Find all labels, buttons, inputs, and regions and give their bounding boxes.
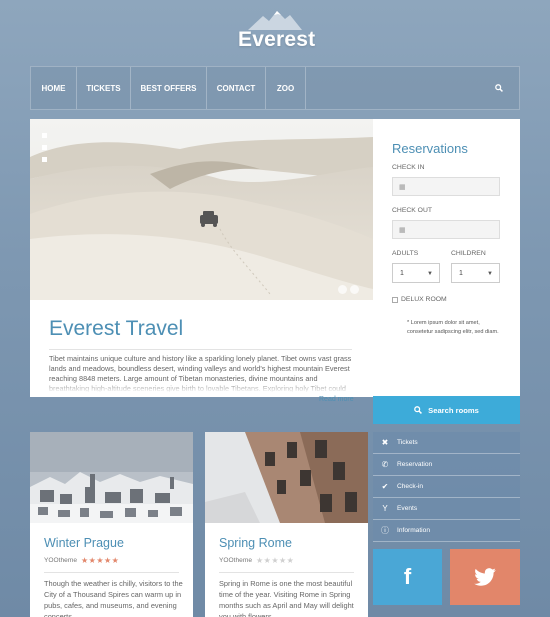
nav-item-contact[interactable]: CONTACT	[207, 67, 266, 109]
search-icon	[414, 406, 423, 414]
site-logo[interactable]: Everest	[238, 10, 316, 51]
calendar-icon: ▦	[399, 183, 406, 191]
check-in-input[interactable]: ▦	[392, 177, 500, 196]
facebook-button[interactable]: f	[373, 549, 442, 605]
side-item-check-in[interactable]: ✔ Check-in	[373, 476, 520, 498]
read-more-link[interactable]: Read more	[319, 396, 354, 403]
side-item-label: Events	[397, 505, 418, 512]
side-item-label: Reservation	[397, 461, 433, 468]
main-nav: HOME TICKETS BEST OFFERS CONTACT ZOO	[30, 66, 520, 110]
adults-value: 1	[400, 269, 404, 277]
card-meta: YOOtheme ★★★★★	[219, 556, 294, 565]
side-item-tickets[interactable]: ✖ Tickets	[373, 432, 520, 454]
rating-stars: ★★★★★	[80, 556, 120, 565]
side-menu: ✖ Tickets ✆ Reservation ✔ Check-in Y Eve…	[373, 432, 520, 542]
side-item-reservation[interactable]: ✆ Reservation	[373, 454, 520, 476]
check-out-input[interactable]: ▦	[392, 220, 500, 239]
children-value: 1	[459, 269, 463, 277]
prague-image	[30, 432, 193, 523]
reservations-panel: Reservations CHECK IN ▦ CHECK OUT ▦ ADUL…	[373, 119, 520, 397]
article-card: Spring Rome YOOtheme ★★★★★ Spring in Rom…	[205, 432, 368, 617]
article-card: Winter Prague YOOtheme ★★★★★ Though the …	[30, 432, 193, 617]
adults-select[interactable]: 1 ▼	[392, 263, 440, 283]
info-icon: ⓘ	[381, 526, 389, 535]
nav-item-tickets[interactable]: TICKETS	[77, 67, 131, 109]
card-meta: YOOtheme ★★★★★	[44, 556, 119, 565]
card-text: Spring in Rome is one the most beautiful…	[219, 579, 354, 617]
search-rooms-button[interactable]: Search rooms	[373, 396, 520, 424]
next-slide-button[interactable]	[350, 285, 359, 294]
checkbox-icon[interactable]	[392, 296, 398, 303]
hero-panel: Everest Travel Tibet maintains unique cu…	[30, 119, 373, 397]
caret-down-icon: ▼	[487, 271, 493, 277]
adults-label: ADULTS	[392, 250, 419, 257]
twitter-button[interactable]	[450, 549, 520, 605]
search-icon	[495, 84, 503, 92]
nav-item-zoo[interactable]: ZOO	[266, 67, 306, 109]
reservation-note: * Lorem ipsum dolor sit amet, consetetur…	[407, 320, 499, 335]
check-icon: ✔	[381, 482, 389, 491]
phone-icon: ✆	[381, 460, 389, 469]
divider	[44, 572, 179, 573]
rating-stars: ★★★★★	[255, 556, 295, 565]
caret-down-icon: ▼	[427, 271, 433, 277]
mountain-logo-icon	[248, 11, 302, 30]
reservations-title: Reservations	[392, 141, 468, 156]
nav-search-button[interactable]	[479, 67, 519, 109]
slider-dots[interactable]	[42, 133, 47, 169]
plane-icon: ✖	[381, 438, 389, 447]
calendar-icon: ▦	[399, 226, 406, 234]
side-item-information[interactable]: ⓘ Information	[373, 520, 520, 542]
delux-room-checkbox[interactable]: DELUX ROOM	[392, 296, 447, 303]
delux-room-label: DELUX ROOM	[401, 296, 447, 303]
slider-arrows[interactable]	[338, 285, 359, 294]
card-author: YOOtheme	[219, 557, 252, 564]
check-out-label: CHECK OUT	[392, 207, 433, 214]
facebook-icon: f	[403, 564, 412, 589]
card-title[interactable]: Winter Prague	[44, 536, 124, 550]
desert-slide-image	[30, 119, 373, 300]
side-item-events[interactable]: Y Events	[373, 498, 520, 520]
rome-image	[205, 432, 368, 523]
search-rooms-label: Search rooms	[428, 405, 479, 415]
glass-icon: Y	[382, 504, 388, 513]
twitter-icon	[474, 568, 496, 586]
divider	[219, 572, 354, 573]
side-item-label: Tickets	[397, 439, 418, 446]
side-item-label: Check-in	[397, 483, 424, 490]
nav-item-home[interactable]: HOME	[31, 67, 77, 109]
children-label: CHILDREN	[451, 250, 486, 257]
side-item-label: Information	[397, 527, 430, 534]
brand-name: Everest	[238, 28, 316, 51]
card-author: YOOtheme	[44, 557, 77, 564]
card-title[interactable]: Spring Rome	[219, 536, 292, 550]
hero-title: Everest Travel	[49, 317, 184, 340]
check-in-label: CHECK IN	[392, 164, 425, 171]
nav-item-best-offers[interactable]: BEST OFFERS	[131, 67, 207, 109]
divider	[49, 349, 352, 350]
children-select[interactable]: 1 ▼	[451, 263, 500, 283]
prev-slide-button[interactable]	[338, 285, 347, 294]
card-text: Though the weather is chilly, visitors t…	[44, 579, 183, 617]
text-fade	[30, 381, 373, 397]
